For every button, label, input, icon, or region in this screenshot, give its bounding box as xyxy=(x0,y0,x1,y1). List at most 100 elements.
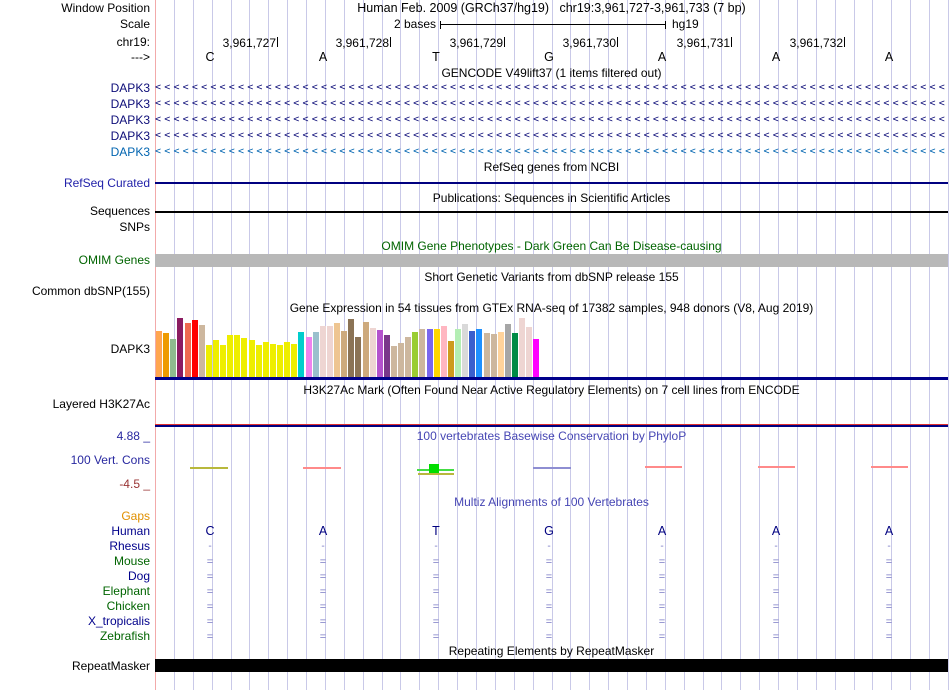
gtex-tissue-bar[interactable] xyxy=(448,341,454,377)
multiz-alignment-mark[interactable]: = xyxy=(767,616,785,628)
multiz-alignment-mark[interactable]: = xyxy=(314,586,332,598)
gtex-tissue-bar[interactable] xyxy=(327,326,333,377)
gtex-tissue-bar[interactable] xyxy=(355,337,361,377)
multiz-species-label[interactable]: Mouse xyxy=(0,555,150,568)
gtex-tissue-bar[interactable] xyxy=(213,340,219,377)
gencode-title[interactable]: GENCODE V49lift37 (1 items filtered out) xyxy=(155,67,948,80)
multiz-alignment-mark[interactable]: = xyxy=(201,601,219,613)
gtex-tissue-bar[interactable] xyxy=(298,332,304,377)
multiz-alignment-mark[interactable]: = xyxy=(767,631,785,643)
gtex-tissue-bar[interactable] xyxy=(177,318,183,377)
conservation-mark[interactable] xyxy=(303,467,341,469)
track-label-sequences[interactable]: Sequences xyxy=(0,205,150,218)
multiz-human-base[interactable]: A xyxy=(650,524,674,538)
multiz-alignment-mark[interactable]: = xyxy=(540,616,558,628)
sequence-base[interactable]: A xyxy=(877,50,901,64)
refseq-title[interactable]: RefSeq genes from NCBI xyxy=(155,161,948,174)
omim-gene-bar[interactable] xyxy=(155,254,948,267)
track-label-omim-genes[interactable]: OMIM Genes xyxy=(0,254,150,267)
repeatmasker-element-bar[interactable] xyxy=(155,659,948,672)
multiz-alignment-mark[interactable]: = xyxy=(653,616,671,628)
multiz-human-base[interactable]: A xyxy=(877,524,901,538)
gtex-tissue-bar[interactable] xyxy=(462,324,468,377)
gtex-tissue-bar[interactable] xyxy=(427,329,433,377)
gtex-tissue-bar[interactable] xyxy=(512,333,518,377)
gtex-tissue-bar[interactable] xyxy=(505,324,511,377)
gtex-tissue-bar[interactable] xyxy=(419,329,425,377)
gtex-tissue-bar[interactable] xyxy=(526,327,532,377)
multiz-human-base[interactable]: T xyxy=(424,524,448,538)
refseq-gene-line[interactable] xyxy=(155,182,948,184)
multiz-alignment-mark[interactable]: = xyxy=(880,556,898,568)
sequence-base[interactable]: A xyxy=(311,50,335,64)
multiz-human-base[interactable]: A xyxy=(311,524,335,538)
gtex-tissue-bar[interactable] xyxy=(391,346,397,377)
multiz-alignment-mark[interactable]: = xyxy=(540,631,558,643)
multiz-alignment-mark[interactable]: = xyxy=(767,586,785,598)
multiz-alignment-mark[interactable]: = xyxy=(201,556,219,568)
multiz-species-label[interactable]: Gaps xyxy=(0,510,150,523)
gtex-tissue-bar[interactable] xyxy=(284,342,290,377)
conservation-mark[interactable] xyxy=(645,466,682,468)
multiz-alignment-mark[interactable]: = xyxy=(880,586,898,598)
gtex-tissue-bar[interactable] xyxy=(320,326,326,377)
multiz-alignment-mark[interactable]: - xyxy=(427,541,445,553)
multiz-alignment-mark[interactable]: = xyxy=(880,616,898,628)
multiz-alignment-mark[interactable]: = xyxy=(427,601,445,613)
h3k27ac-signal-navy-line[interactable] xyxy=(155,425,948,427)
multiz-alignment-mark[interactable]: = xyxy=(767,571,785,583)
gtex-tissue-bar[interactable] xyxy=(185,323,191,377)
gtex-tissue-bar[interactable] xyxy=(455,329,461,377)
multiz-alignment-mark[interactable]: - xyxy=(314,541,332,553)
gencode-transcript-label[interactable]: DAPK3 xyxy=(0,98,150,111)
multiz-alignment-mark[interactable]: = xyxy=(427,586,445,598)
gtex-tissue-bar[interactable] xyxy=(348,319,354,377)
track-label-layered-h3k27ac[interactable]: Layered H3K27Ac xyxy=(0,398,150,411)
repeatmasker-title[interactable]: Repeating Elements by RepeatMasker xyxy=(155,645,948,658)
gtex-tissue-bar[interactable] xyxy=(370,328,376,377)
gencode-transcript-label[interactable]: DAPK3 xyxy=(0,82,150,95)
gtex-tissue-bar[interactable] xyxy=(491,334,497,377)
multiz-alignment-mark[interactable]: = xyxy=(880,601,898,613)
conservation-title[interactable]: 100 vertebrates Basewise Conservation by… xyxy=(155,430,948,443)
gtex-tissue-bar[interactable] xyxy=(384,335,390,377)
multiz-alignment-mark[interactable]: = xyxy=(880,571,898,583)
multiz-alignment-mark[interactable]: = xyxy=(201,631,219,643)
gtex-tissue-bar[interactable] xyxy=(170,339,176,377)
multiz-human-base[interactable]: G xyxy=(537,524,561,538)
multiz-alignment-mark[interactable]: = xyxy=(314,616,332,628)
multiz-alignment-mark[interactable]: = xyxy=(427,571,445,583)
gtex-tissue-bar[interactable] xyxy=(206,345,212,377)
gtex-tissue-bar[interactable] xyxy=(484,333,490,377)
publications-item-line[interactable] xyxy=(155,211,948,213)
dbsnp-title[interactable]: Short Genetic Variants from dbSNP releas… xyxy=(155,271,948,284)
track-label-repeatmasker[interactable]: RepeatMasker xyxy=(0,660,150,673)
gtex-tissue-bar[interactable] xyxy=(498,332,504,377)
multiz-title[interactable]: Multiz Alignments of 100 Vertebrates xyxy=(155,496,948,509)
multiz-alignment-mark[interactable]: - xyxy=(880,541,898,553)
gtex-tissue-bar[interactable] xyxy=(412,332,418,377)
gencode-transcript-line[interactable]: <<<<<<<<<<<<<<<<<<<<<<<<<<<<<<<<<<<<<<<<… xyxy=(155,96,947,112)
gtex-tissue-bar[interactable] xyxy=(533,339,539,377)
gtex-tissue-bar[interactable] xyxy=(199,325,205,377)
publications-title[interactable]: Publications: Sequences in Scientific Ar… xyxy=(155,192,948,205)
sequence-base[interactable]: A xyxy=(764,50,788,64)
multiz-alignment-mark[interactable]: = xyxy=(201,571,219,583)
multiz-alignment-mark[interactable]: = xyxy=(314,556,332,568)
multiz-alignment-mark[interactable]: = xyxy=(314,601,332,613)
gencode-transcript-line[interactable]: <<<<<<<<<<<<<<<<<<<<<<<<<<<<<<<<<<<<<<<<… xyxy=(155,80,947,96)
track-label-snps[interactable]: SNPs xyxy=(0,221,150,234)
gtex-tissue-bar[interactable] xyxy=(519,318,525,377)
track-label-100-vert-cons[interactable]: 100 Vert. Cons xyxy=(0,454,150,467)
gtex-tissue-bar[interactable] xyxy=(476,329,482,377)
multiz-alignment-mark[interactable]: = xyxy=(540,556,558,568)
track-label-refseq-curated[interactable]: RefSeq Curated xyxy=(0,177,150,190)
multiz-species-label[interactable]: X_tropicalis xyxy=(0,615,150,628)
gtex-tissue-bar[interactable] xyxy=(469,331,475,377)
conservation-mark[interactable] xyxy=(871,466,908,468)
gtex-tissue-bar[interactable] xyxy=(270,344,276,377)
multiz-alignment-mark[interactable]: = xyxy=(201,586,219,598)
gtex-tissue-bar[interactable] xyxy=(277,345,283,377)
gtex-tissue-bar[interactable] xyxy=(263,342,269,377)
multiz-alignment-mark[interactable]: = xyxy=(201,616,219,628)
